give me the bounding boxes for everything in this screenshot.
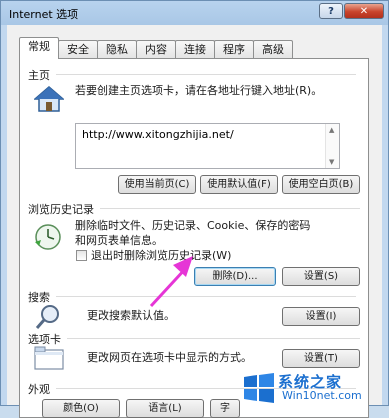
- languages-button[interactable]: 语言(L): [126, 399, 204, 418]
- use-default-button[interactable]: 使用默认值(F): [200, 175, 278, 194]
- history-description: 删除临时文件、历史记录、Cookie、保存的密码和网页表单信息。: [75, 219, 311, 247]
- tab-general[interactable]: 常规: [19, 37, 59, 59]
- appearance-section-label: 外观: [28, 383, 356, 396]
- dialog-client: 常规 安全 隐私 内容 连接 程序 高级 主页 若要创建主页选项卡，请在各地址行…: [7, 25, 382, 418]
- windows-logo-icon: [244, 373, 274, 403]
- tabs-settings-button[interactable]: 设置(T): [282, 349, 360, 368]
- delete-on-exit-label: 退出时删除浏览历史记录(W): [91, 249, 232, 262]
- home-address-field[interactable]: http://www.xitongzhijia.net/ ▲ ▼: [75, 123, 340, 169]
- tab-strip: 常规 安全 隐私 内容 连接 程序 高级: [19, 37, 293, 59]
- colors-button[interactable]: 颜色(O): [42, 399, 120, 418]
- tabbed-window-icon: [34, 346, 64, 370]
- site-watermark: 系统之家 Win10net.com: [238, 371, 388, 405]
- house-icon: [34, 86, 64, 112]
- tab-programs[interactable]: 程序: [214, 40, 254, 59]
- close-button[interactable]: ✕: [344, 3, 384, 19]
- tab-advanced[interactable]: 高级: [253, 40, 293, 59]
- general-panel: 主页 若要创建主页选项卡，请在各地址行键入地址(R)。 http://www.x…: [19, 58, 369, 418]
- tab-privacy[interactable]: 隐私: [97, 40, 137, 59]
- tabs-description: 更改网页在选项卡中显示的方式。: [87, 351, 252, 364]
- fonts-button[interactable]: 字: [210, 399, 240, 418]
- search-description: 更改搜索默认值。: [87, 309, 175, 322]
- delete-on-exit-checkbox[interactable]: [76, 250, 87, 261]
- use-current-button[interactable]: 使用当前页(C): [118, 175, 196, 194]
- home-address-value: http://www.xitongzhijia.net/: [82, 128, 234, 141]
- internet-options-dialog: Internet 选项 ? ✕ 常规 安全 隐私 内容 连接 程序 高级 主页 …: [0, 0, 389, 418]
- home-section-label: 主页: [28, 69, 356, 82]
- tabs-section-label: 选项卡: [28, 333, 360, 346]
- home-description: 若要创建主页选项卡，请在各地址行键入地址(R)。: [75, 84, 323, 97]
- title-bar[interactable]: Internet 选项 ? ✕: [1, 1, 388, 25]
- history-section-label: 浏览历史记录: [28, 203, 360, 216]
- address-scrollbar[interactable]: ▲ ▼: [325, 124, 339, 168]
- scroll-up-icon: ▲: [329, 126, 335, 134]
- delete-history-button[interactable]: 删除(D)...: [194, 267, 276, 286]
- search-icon: [35, 305, 59, 329]
- history-settings-button[interactable]: 设置(S): [282, 267, 360, 286]
- tab-content[interactable]: 内容: [136, 40, 176, 59]
- help-button[interactable]: ?: [319, 3, 343, 19]
- search-settings-button[interactable]: 设置(I): [282, 307, 360, 326]
- clock-history-icon: [35, 224, 61, 250]
- tab-connections[interactable]: 连接: [175, 40, 215, 59]
- window-title: Internet 选项: [9, 8, 79, 21]
- tab-security[interactable]: 安全: [58, 40, 98, 59]
- use-blank-button[interactable]: 使用空白页(B): [282, 175, 360, 194]
- watermark-url: Win10net.com: [282, 389, 362, 402]
- scroll-down-icon: ▼: [329, 158, 335, 166]
